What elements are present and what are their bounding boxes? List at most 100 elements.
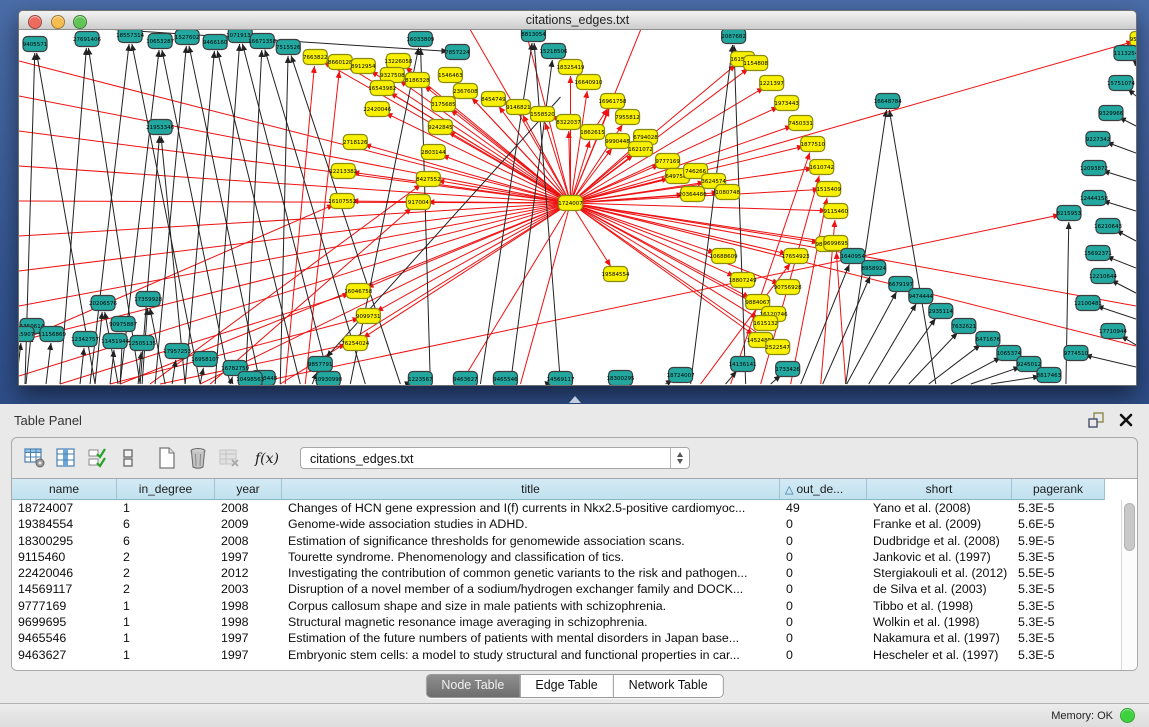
table-cell[interactable]: Hescheler et al. (1997) (867, 647, 1012, 663)
table-cell[interactable]: 9115460 (12, 549, 117, 565)
table-cell[interactable]: 2008 (215, 500, 282, 516)
column-header-year[interactable]: year (215, 479, 282, 500)
panel-splitter-handle[interactable] (566, 395, 584, 403)
graph-node[interactable]: 7663822 (303, 50, 328, 65)
column-header-out_de[interactable]: △out_de... (780, 479, 867, 500)
graph-node[interactable]: 1877510 (800, 137, 825, 152)
graph-node[interactable]: 9227342 (1086, 132, 1111, 147)
table-cell[interactable]: 0 (780, 565, 867, 581)
table-cell[interactable]: Nakamura et al. (1997) (867, 630, 1012, 646)
graph-node[interactable]: 16543982 (368, 81, 396, 96)
table-cell[interactable]: 9777169 (12, 598, 117, 614)
table-cell[interactable]: 0 (780, 533, 867, 549)
graph-node[interactable]: 12342757 (71, 332, 100, 347)
graph-node[interactable]: 8912954 (351, 59, 376, 74)
table-cell[interactable]: 0 (780, 549, 867, 565)
table-cell[interactable]: 1 (117, 598, 215, 614)
graph-node[interactable]: 16033809 (406, 32, 435, 47)
table-cell[interactable]: 6 (117, 533, 215, 549)
graph-node[interactable]: 9115460 (823, 204, 848, 219)
table-row[interactable]: 977716911998Corpus callosum shape and si… (12, 598, 1137, 614)
graph-node[interactable]: 12210644 (1089, 269, 1118, 284)
graph-node[interactable]: 6471676 (976, 332, 1001, 347)
table-cell[interactable]: de Silva et al. (2003) (867, 581, 1012, 597)
close-panel-icon[interactable] (1119, 413, 1133, 427)
graph-node[interactable]: 2935114 (929, 304, 954, 319)
graph-node[interactable]: 3915907 (19, 327, 35, 342)
table-cell[interactable]: 1997 (215, 549, 282, 565)
graph-node[interactable]: 8322037 (556, 115, 581, 130)
graph-node[interactable]: 14136141 (729, 357, 757, 372)
graph-nodes[interactable]: 1724007766382286601288912954132260589327… (19, 30, 1136, 385)
graph-node[interactable]: 917004 (406, 195, 430, 210)
table-row[interactable]: 1456911722003Disruption of a novel membe… (12, 581, 1137, 597)
column-header-title[interactable]: title (282, 479, 780, 500)
table-cell[interactable]: Structural magnetic resonance image aver… (282, 614, 780, 630)
table-cell[interactable]: 1 (117, 500, 215, 516)
table-cell[interactable]: Investigating the contribution of common… (282, 565, 780, 581)
graph-node[interactable]: 1733426 (775, 362, 800, 377)
table-cell[interactable]: 2009 (215, 516, 282, 532)
table-cell[interactable]: 5.3E-5 (1012, 614, 1105, 630)
graph-node[interactable]: 9099731 (356, 309, 381, 324)
graph-node[interactable]: 1515409 (816, 182, 841, 197)
graph-node[interactable]: 14569117 (546, 372, 575, 386)
graph-node[interactable]: 10498563 (236, 372, 265, 386)
graph-node[interactable]: 8186328 (405, 73, 430, 88)
table-cell[interactable]: 0 (780, 630, 867, 646)
graph-node[interactable]: 1558520 (530, 107, 555, 122)
graph-node[interactable]: 1546463 (438, 68, 463, 83)
graph-node[interactable]: 8660128 (328, 55, 353, 70)
graph-node[interactable]: 9474444 (909, 289, 934, 304)
column-header-pagerank[interactable]: pagerank (1012, 479, 1105, 500)
table-source-dropdown[interactable]: citations_edges.txt (300, 447, 690, 469)
graph-node[interactable]: 12093872 (1080, 161, 1108, 176)
graph-node[interactable]: 15218506 (539, 44, 568, 59)
table-cell[interactable]: 2008 (215, 533, 282, 549)
graph-node[interactable]: 2367608 (453, 84, 478, 99)
graph-node[interactable]: 8817463 (1037, 368, 1062, 383)
table-cell[interactable]: 19384554 (12, 516, 117, 532)
column-header-name[interactable]: name (12, 479, 117, 500)
table-cell[interactable]: 5.3E-5 (1012, 581, 1105, 597)
window-titlebar[interactable]: citations_edges.txt (19, 11, 1136, 30)
graph-node[interactable]: 90975887 (109, 317, 138, 332)
table-cell[interactable]: Dudbridge et al. (2008) (867, 533, 1012, 549)
graph-node[interactable]: 15751074 (1107, 76, 1136, 91)
graph-node[interactable]: 9857791 (308, 357, 333, 372)
table-cell[interactable]: 2012 (215, 565, 282, 581)
graph-node[interactable]: 9463627 (453, 372, 478, 386)
graph-node[interactable]: 1640954 (840, 249, 865, 264)
graph-node[interactable]: 8454749 (481, 92, 506, 107)
graph-node[interactable]: 18325419 (556, 60, 585, 75)
graph-node[interactable]: 2522547 (765, 340, 790, 355)
table-cell[interactable]: 1998 (215, 598, 282, 614)
table-cell[interactable]: Tibbo et al. (1998) (867, 598, 1012, 614)
column-select-icon[interactable] (53, 445, 79, 471)
table-row[interactable]: 1872400712008Changes of HCN gene express… (12, 500, 1137, 516)
graph-node[interactable]: 27691406 (73, 32, 102, 47)
table-cell[interactable]: 18300295 (12, 533, 117, 549)
graph-node[interactable]: 2087682 (721, 30, 746, 44)
table-cell[interactable]: 0 (780, 598, 867, 614)
graph-node[interactable]: 8958924 (862, 261, 887, 276)
graph-node[interactable]: 13226058 (384, 54, 413, 69)
table-cell[interactable]: Yano et al. (2008) (867, 500, 1012, 516)
table-cell[interactable]: 5.3E-5 (1012, 630, 1105, 646)
table-row[interactable]: 1938455462009Genome-wide association stu… (12, 516, 1137, 532)
graph-node[interactable]: 21953346 (146, 120, 175, 135)
table-row[interactable]: 2242004622012Investigating the contribut… (12, 565, 1137, 581)
graph-node[interactable]: 7955812 (615, 110, 640, 125)
table-row[interactable]: 946362711997Embryonic stem cells: a mode… (12, 647, 1137, 663)
graph-node[interactable]: 10653287 (146, 34, 175, 49)
table-cell[interactable]: 18724007 (12, 500, 117, 516)
table-row[interactable]: 911546021997Tourette syndrome. Phenomeno… (12, 549, 1137, 565)
graph-node[interactable]: 22420046 (363, 102, 392, 117)
graph-node[interactable]: 19584554 (602, 267, 631, 282)
graph-node[interactable]: 16046758 (344, 284, 373, 299)
graph-node[interactable]: 1113254 (1114, 46, 1136, 61)
graph-node[interactable]: 9465546 (493, 372, 518, 386)
table-cell[interactable]: 1997 (215, 630, 282, 646)
table-cell[interactable]: Corpus callosum shape and size in male p… (282, 598, 780, 614)
graph-node[interactable]: 1527602 (175, 30, 200, 45)
